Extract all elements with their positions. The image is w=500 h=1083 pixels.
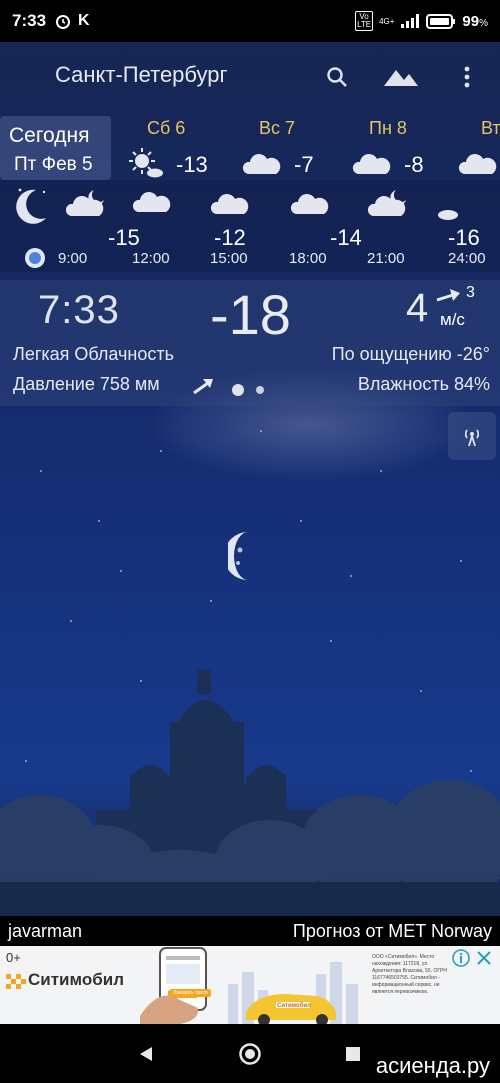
daily-forecast: Сегодня Пт Фев 5 Сб 6 -13 Вс 7 -7 Пн 8 -… <box>0 112 500 180</box>
cloud-icon <box>352 154 391 174</box>
cloud-icon <box>210 194 249 214</box>
feels-like-text: По ощущению -26° <box>331 344 490 364</box>
nav-back-button[interactable] <box>134 1042 158 1066</box>
more-menu-button[interactable] <box>450 60 484 94</box>
more-vert-icon <box>464 66 470 88</box>
ad-close-icon[interactable] <box>476 950 492 966</box>
day-name: Вс 7 <box>259 118 296 138</box>
cloud-moon-icon <box>368 190 406 216</box>
network-badge: 4G+ <box>379 16 395 26</box>
ad-brand-logo <box>6 974 26 989</box>
day-temp: -7 <box>294 152 314 177</box>
cloud-icon <box>132 192 171 212</box>
search-icon <box>327 67 347 87</box>
humidity-text: Влажность 84% <box>357 374 490 394</box>
hourly-time: 24:00 <box>448 250 486 267</box>
carrier-letter: K <box>78 12 90 29</box>
cloud-icon <box>242 154 281 174</box>
today-date: Пт Фев 5 <box>14 154 93 175</box>
current-temp: -18 <box>210 283 291 346</box>
moon-icon <box>16 188 46 224</box>
day-name: Сб 6 <box>147 118 186 138</box>
home-circle-icon <box>239 1043 261 1065</box>
nav-recents-button[interactable] <box>341 1042 365 1066</box>
battery-percent: 99 <box>462 12 480 30</box>
wind-arrow-icon <box>436 289 460 302</box>
nav-home-button[interactable] <box>238 1042 262 1066</box>
condition-text: Легкая Облачность <box>13 344 174 364</box>
app-header: Санкт-Петербург <box>0 42 500 112</box>
ad-phone-hand-image <box>140 947 207 1024</box>
wind-gust: 3 <box>466 284 475 301</box>
hourly-temp: -14 <box>330 225 362 250</box>
radar-signal-icon <box>464 429 480 447</box>
credits-bar: javarman Прогноз от MET Norway <box>0 916 500 946</box>
status-bar: 7:33 K Vo LTE 4G+ 99% <box>0 0 500 42</box>
day-temp: -13 <box>176 152 208 177</box>
hourly-temp: -15 <box>108 225 140 250</box>
forecast-source[interactable]: Прогноз от MET Norway <box>293 921 492 942</box>
volte-badge: Vo LTE <box>355 11 374 31</box>
hourly-time: 15:00 <box>210 250 248 267</box>
wind-unit: м/с <box>440 310 465 329</box>
hourly-forecast[interactable]: -15 -12 -14 -16 9:00 12:00 15:00 18:00 2… <box>0 180 500 272</box>
pressure-trend-icon <box>193 379 213 395</box>
day-temp: -8 <box>404 152 424 177</box>
hourly-time: 9:00 <box>58 250 88 267</box>
ad-brand: Ситимобил <box>28 970 124 989</box>
landscape-icon <box>384 70 418 86</box>
day-today[interactable]: Сегодня Пт Фев 5 <box>0 116 111 180</box>
city-title[interactable]: Санкт-Петербург <box>55 62 228 88</box>
ad-cta-button[interactable]: Заказать такси <box>170 989 211 997</box>
photo-author[interactable]: javarman <box>8 921 82 942</box>
alarm-icon <box>56 15 71 29</box>
hourly-temp: -16 <box>448 225 480 250</box>
moon-icon <box>228 532 248 580</box>
ad-info-icon[interactable] <box>452 949 470 967</box>
current-conditions[interactable]: 7:33 -18 4 3 м/с Легкая Облачность По ощ… <box>0 280 500 406</box>
back-triangle-icon <box>140 1047 152 1061</box>
city-skyline-silhouette <box>0 670 500 916</box>
ad-banner[interactable]: 0+ Ситимобил Заказать такси Ситимобил ОО… <box>0 946 500 1024</box>
moon-cloud-icon <box>430 190 458 220</box>
pressure-text: Давление 758 мм <box>13 374 160 394</box>
signal-icon <box>401 14 420 28</box>
search-button[interactable] <box>320 60 354 94</box>
radar-button[interactable] <box>448 412 496 460</box>
hourly-time: 18:00 <box>289 250 327 267</box>
today-label: Сегодня <box>9 124 90 147</box>
hourly-time: 21:00 <box>367 250 405 267</box>
current-time: 7:33 <box>38 288 120 332</box>
page-indicator-dots <box>232 384 264 396</box>
recents-square-icon <box>346 1047 360 1061</box>
cloud-moon-icon <box>66 190 104 216</box>
ad-age-rating: 0+ <box>6 950 21 965</box>
current-position-dot-icon <box>25 248 45 268</box>
cloud-icon <box>290 194 329 214</box>
background-picker-button[interactable] <box>382 60 420 94</box>
watermark: асиенда.ру <box>375 1053 490 1078</box>
hourly-temp: -12 <box>214 225 246 250</box>
ad-fine-print: ООО «Ситимобил». Место нахождения: 11721… <box>372 954 447 995</box>
wind-speed: 4 <box>406 286 429 330</box>
cloud-icon <box>458 154 497 174</box>
status-time: 7:33 <box>12 11 47 30</box>
ad-car-label: Ситимобил <box>277 1003 311 1009</box>
hourly-time: 12:00 <box>132 250 170 267</box>
ad-city-skyline <box>228 962 358 1024</box>
day-name: Вт <box>481 118 500 138</box>
day-name: Пн 8 <box>369 118 407 138</box>
battery-icon <box>426 13 456 29</box>
partly-sunny-icon <box>129 148 163 178</box>
battery-unit: % <box>479 17 488 29</box>
